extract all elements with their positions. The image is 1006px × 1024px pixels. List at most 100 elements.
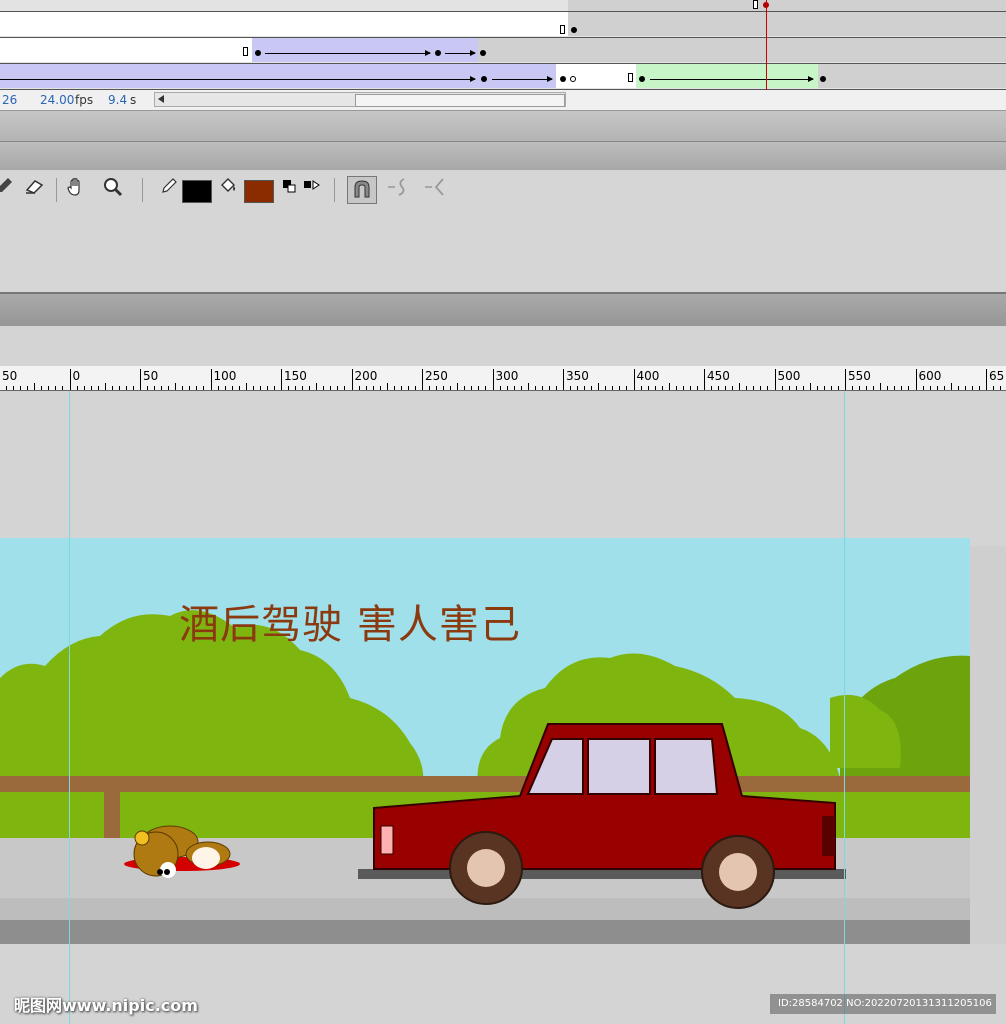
- ruler-minor-tick: [971, 386, 973, 390]
- ruler-minor-tick: [978, 386, 980, 390]
- ruler-minor-tick: [175, 383, 177, 390]
- ruler-minor-tick: [203, 386, 205, 390]
- slogan-text[interactable]: 酒后驾驶 害人害己: [0, 592, 700, 650]
- snap-to-objects-button[interactable]: [347, 176, 377, 204]
- timeline-layer-row[interactable]: [0, 12, 1006, 38]
- blank-frames: [0, 38, 252, 62]
- ruler-minor-tick: [640, 386, 642, 390]
- ruler-minor-tick: [196, 386, 198, 390]
- ruler-label: 350: [566, 369, 589, 383]
- ruler-minor-tick: [330, 386, 332, 390]
- keyframe-marker[interactable]: [753, 0, 758, 9]
- ruler-minor-tick: [450, 386, 452, 390]
- ruler-minor-tick: [746, 386, 748, 390]
- ruler-minor-tick: [612, 386, 614, 390]
- keyframe-dot[interactable]: [560, 76, 566, 82]
- ruler-major-tick: [69, 369, 71, 390]
- swap-colors-icon[interactable]: [299, 176, 323, 200]
- playhead-line[interactable]: [766, 0, 767, 90]
- stroke-color-swatch[interactable]: [182, 180, 212, 203]
- ruler-major-tick: [633, 369, 635, 390]
- ruler-minor-tick: [41, 386, 43, 390]
- ruler-minor-tick: [323, 386, 325, 390]
- ruler-minor-tick: [555, 386, 557, 390]
- ruler-major-tick: [140, 369, 141, 390]
- ruler-minor-tick: [922, 386, 924, 390]
- pencil-icon[interactable]: [157, 176, 181, 200]
- keyframe-dot[interactable]: [255, 50, 261, 56]
- zoom-icon[interactable]: [101, 176, 125, 200]
- ruler-minor-tick: [161, 386, 163, 390]
- ruler-minor-tick: [132, 386, 134, 390]
- keyframe-marker[interactable]: [628, 73, 633, 82]
- timeline-scrollbar[interactable]: [154, 92, 566, 107]
- ruler-minor-tick: [908, 386, 910, 390]
- current-frame[interactable]: 26: [2, 93, 17, 107]
- keyframe-dot[interactable]: [480, 50, 486, 56]
- ruler-minor-tick: [534, 386, 536, 390]
- ruler-minor-tick: [725, 386, 727, 390]
- ruler-minor-tick: [520, 386, 522, 390]
- tools-panel: [0, 170, 1006, 292]
- blank-frames: [0, 12, 568, 36]
- fence-rail: [0, 776, 970, 792]
- ruler-minor-tick: [929, 386, 931, 390]
- elapsed-time-value[interactable]: 9.4: [108, 93, 127, 107]
- frame-rate-value[interactable]: 24.00: [40, 93, 74, 107]
- ruler-minor-tick: [668, 383, 670, 390]
- paint-bucket-icon[interactable]: [216, 176, 240, 200]
- smooth-icon[interactable]: [386, 176, 410, 200]
- tween-arrow: [492, 76, 553, 82]
- toolbar-separator: [142, 178, 143, 202]
- eraser-icon[interactable]: [22, 176, 46, 200]
- eyedropper-icon[interactable]: [0, 176, 16, 200]
- keyframe-dot[interactable]: [435, 50, 441, 56]
- black-white-icon[interactable]: [277, 176, 301, 200]
- timeline-layer-row[interactable]: [0, 38, 1006, 64]
- ruler-minor-tick: [816, 386, 818, 390]
- blank-keyframe[interactable]: [570, 76, 576, 82]
- ruler-major-tick: [281, 369, 282, 390]
- hand-icon[interactable]: [64, 176, 88, 200]
- ruler-minor-tick: [386, 383, 388, 390]
- keyframe-dot[interactable]: [639, 76, 645, 82]
- ruler-minor-tick: [499, 386, 501, 390]
- ruler-minor-tick: [302, 386, 304, 390]
- stage-guide-right[interactable]: [844, 391, 845, 1024]
- scroll-left-icon[interactable]: [158, 95, 164, 103]
- keyframe-dot[interactable]: [571, 27, 577, 33]
- ruler-minor-tick: [104, 383, 106, 390]
- scrollbar-thumb[interactable]: [355, 94, 565, 107]
- ruler-minor-tick: [732, 386, 734, 390]
- shape-tween[interactable]: [636, 64, 818, 88]
- pasteboard-right: [970, 546, 1006, 944]
- ruler-minor-tick: [407, 386, 409, 390]
- ruler-major-tick: [492, 369, 494, 390]
- ruler-label: 0: [72, 369, 81, 383]
- motion-tween[interactable]: [252, 38, 478, 62]
- ruler-minor-tick: [273, 386, 275, 390]
- timeline-layer-row[interactable]: [0, 0, 1006, 12]
- fill-color-swatch[interactable]: [244, 180, 274, 203]
- keyframe-dot[interactable]: [481, 76, 487, 82]
- stage-guide-left[interactable]: [69, 391, 70, 1024]
- stage-canvas[interactable]: 酒后驾驶 害人害己: [0, 538, 970, 944]
- ruler-minor-tick: [83, 386, 85, 390]
- keyframe-dot[interactable]: [820, 76, 826, 82]
- ruler-minor-tick: [62, 386, 64, 390]
- straighten-icon[interactable]: [423, 176, 447, 200]
- keyframe-marker[interactable]: [560, 25, 565, 34]
- road-curb: [0, 920, 970, 944]
- ruler-minor-tick: [598, 383, 600, 390]
- ruler-minor-tick: [393, 386, 395, 390]
- timeline-layer-row[interactable]: [0, 64, 1006, 90]
- keyframe-marker[interactable]: [243, 47, 248, 56]
- blank-frames: [556, 64, 636, 88]
- ruler-minor-tick: [478, 386, 480, 390]
- ruler-minor-tick: [880, 383, 882, 390]
- ruler-minor-tick: [993, 386, 995, 390]
- ruler-minor-tick: [823, 386, 825, 390]
- ruler-label: 150: [284, 369, 307, 383]
- image-id-badge: ID:28584702 NO:20220720131311205106: [770, 994, 996, 1014]
- panel-header: [0, 292, 1006, 326]
